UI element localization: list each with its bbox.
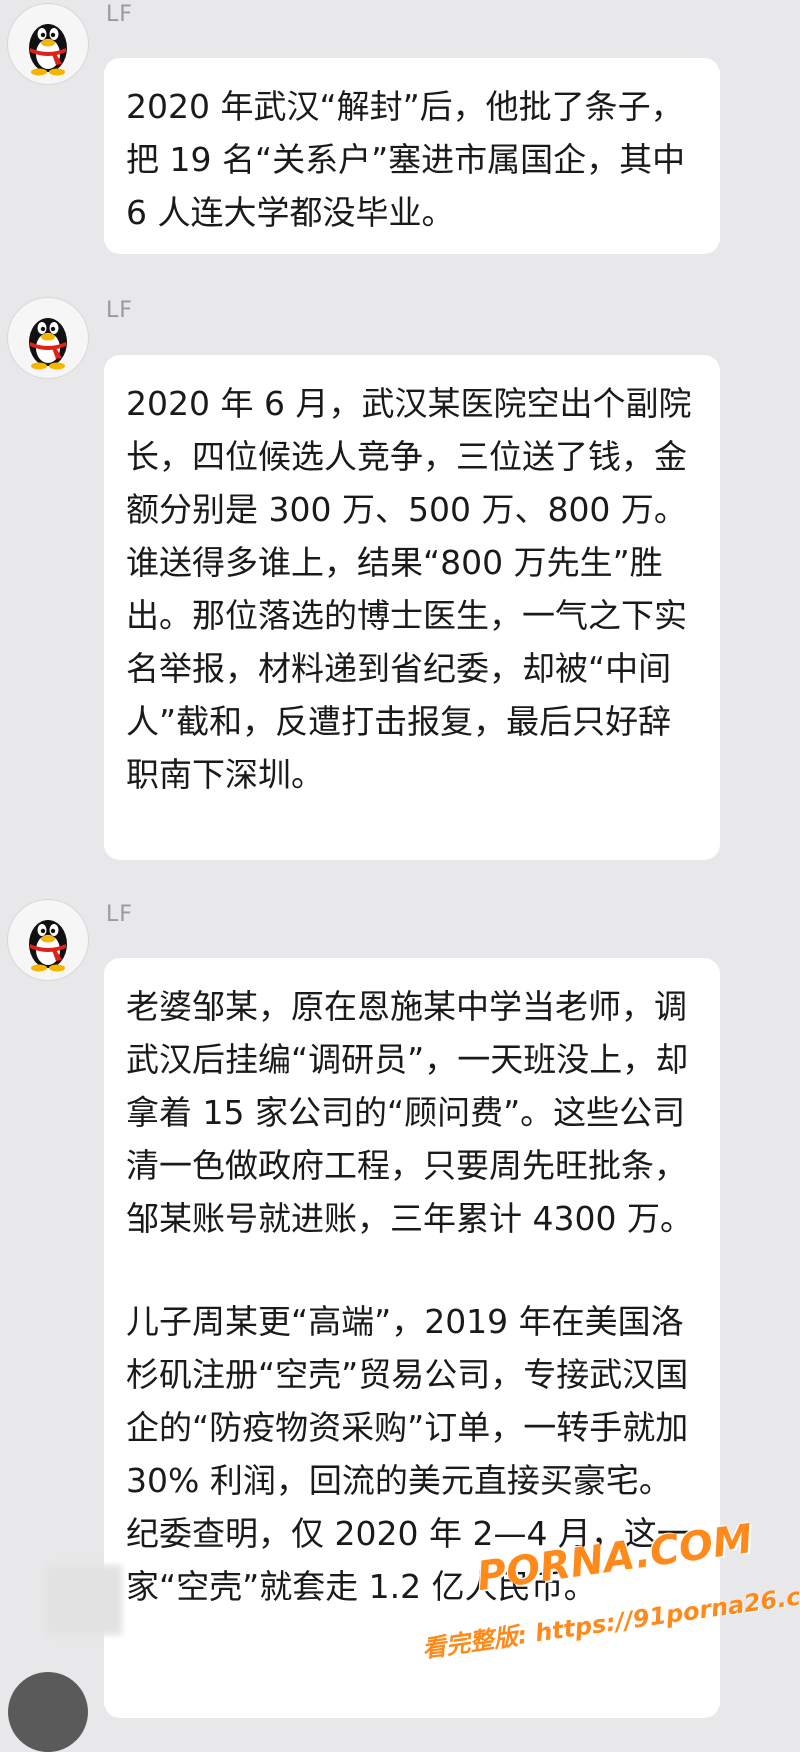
message-bubble[interactable]: 老婆邹某，原在恩施某中学当老师，调武汉后挂编“调研员”，一天班没上，却拿着 15…	[104, 958, 720, 1718]
message-bubble[interactable]: 2020 年武汉“解封”后，他批了条子，把 19 名“关系户”塞进市属国企，其中…	[104, 58, 720, 254]
sender-name: LF	[106, 298, 133, 323]
qq-penguin-icon	[29, 24, 67, 76]
message-text: 老婆邹某，原在恩施某中学当老师，调武汉后挂编“调研员”，一天班没上，却拿着 15…	[126, 987, 693, 1238]
sender-avatar[interactable]	[8, 1672, 88, 1752]
sender-name: LF	[106, 2, 133, 27]
blurred-region	[46, 1565, 122, 1635]
chat-window: LF 2020 年武汉“解封”后，他批了条子，把 19 名“关系户”塞进市属国企…	[0, 0, 800, 1752]
sender-name: LF	[106, 902, 133, 927]
message-text: 儿子周某更“高端”，2019 年在美国洛杉矶注册“空壳”贸易公司，专接武汉国企的…	[126, 1302, 690, 1606]
sender-avatar[interactable]	[8, 900, 88, 980]
sender-avatar[interactable]	[8, 4, 88, 84]
message-text: 2020 年武汉“解封”后，他批了条子，把 19 名“关系户”塞进市属国企，其中…	[126, 87, 686, 232]
qq-penguin-icon	[29, 920, 67, 972]
message-text: 2020 年 6 月，武汉某医院空出个副院长，四位候选人竞争，三位送了钱，金额分…	[126, 384, 692, 794]
message-bubble[interactable]: 2020 年 6 月，武汉某医院空出个副院长，四位候选人竞争，三位送了钱，金额分…	[104, 355, 720, 860]
qq-penguin-icon	[29, 318, 67, 370]
sender-avatar[interactable]	[8, 298, 88, 378]
